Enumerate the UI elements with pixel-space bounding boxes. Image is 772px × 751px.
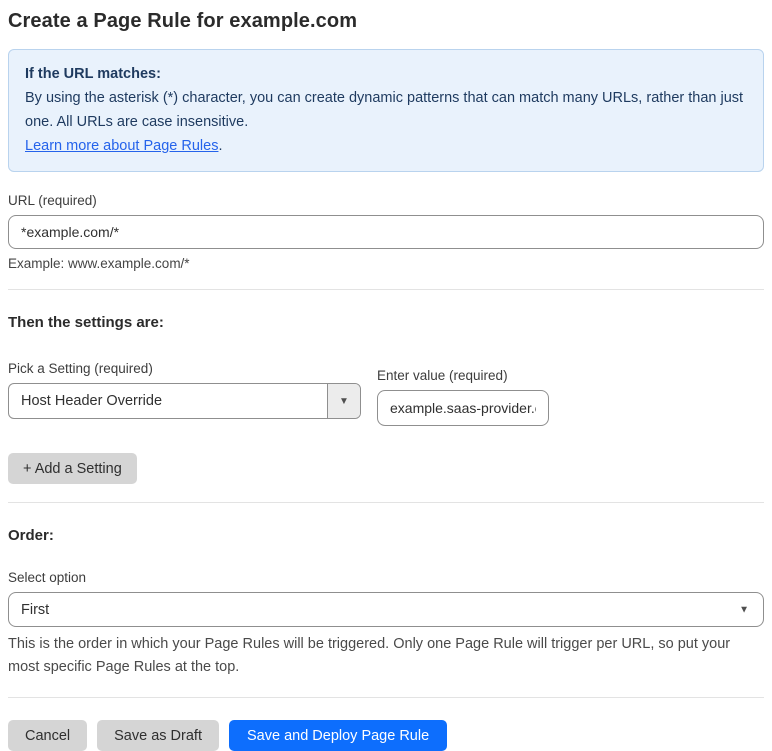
form-actions: Cancel Save as Draft Save and Deploy Pag… (8, 720, 764, 751)
info-box-link-line: Learn more about Page Rules. (25, 134, 747, 158)
settings-row: Pick a Setting (required) Host Header Ov… (8, 361, 764, 426)
info-box-body: By using the asterisk (*) character, you… (25, 90, 744, 130)
order-selected-value: First (21, 601, 50, 618)
setting-value-column: Enter value (required) (377, 368, 549, 426)
url-matches-info-box: If the URL matches: By using the asteris… (8, 49, 764, 172)
setting-value-label: Enter value (required) (377, 368, 508, 383)
order-section-heading: Order: (8, 527, 54, 544)
learn-more-link[interactable]: Learn more about Page Rules (25, 138, 218, 154)
create-page-rule-form: Create a Page Rule for example.com If th… (0, 0, 772, 751)
url-field-helper: Example: www.example.com/* (8, 256, 190, 271)
order-helper-text: This is the order in which your Page Rul… (8, 636, 731, 675)
setting-picker-arrow-button[interactable]: ▼ (327, 384, 360, 418)
divider (8, 289, 764, 290)
chevron-down-icon: ▼ (739, 604, 749, 615)
setting-picker-dropdown[interactable]: Host Header Override ▼ (8, 383, 361, 419)
chevron-down-icon: ▼ (339, 395, 349, 407)
url-input[interactable] (8, 215, 764, 249)
url-field-label: URL (required) (8, 193, 97, 208)
setting-value-input[interactable] (377, 390, 549, 426)
order-select-label: Select option (8, 570, 87, 585)
cancel-button[interactable]: Cancel (8, 720, 88, 751)
add-setting-button[interactable]: + Add a Setting (8, 453, 137, 484)
setting-picker-selected-value: Host Header Override (21, 393, 163, 409)
save-as-draft-button[interactable]: Save as Draft (97, 720, 219, 751)
order-select-dropdown[interactable]: First ▼ (8, 592, 764, 627)
divider (8, 502, 764, 503)
settings-section-heading: Then the settings are: (8, 314, 164, 331)
setting-picker-label: Pick a Setting (required) (8, 361, 153, 376)
page-title: Create a Page Rule for example.com (8, 10, 358, 32)
save-and-deploy-button[interactable]: Save and Deploy Page Rule (228, 720, 448, 751)
divider (8, 697, 764, 698)
link-suffix: . (218, 138, 223, 154)
info-box-heading: If the URL matches: (25, 66, 161, 82)
setting-picker-column: Pick a Setting (required) Host Header Ov… (8, 361, 361, 419)
